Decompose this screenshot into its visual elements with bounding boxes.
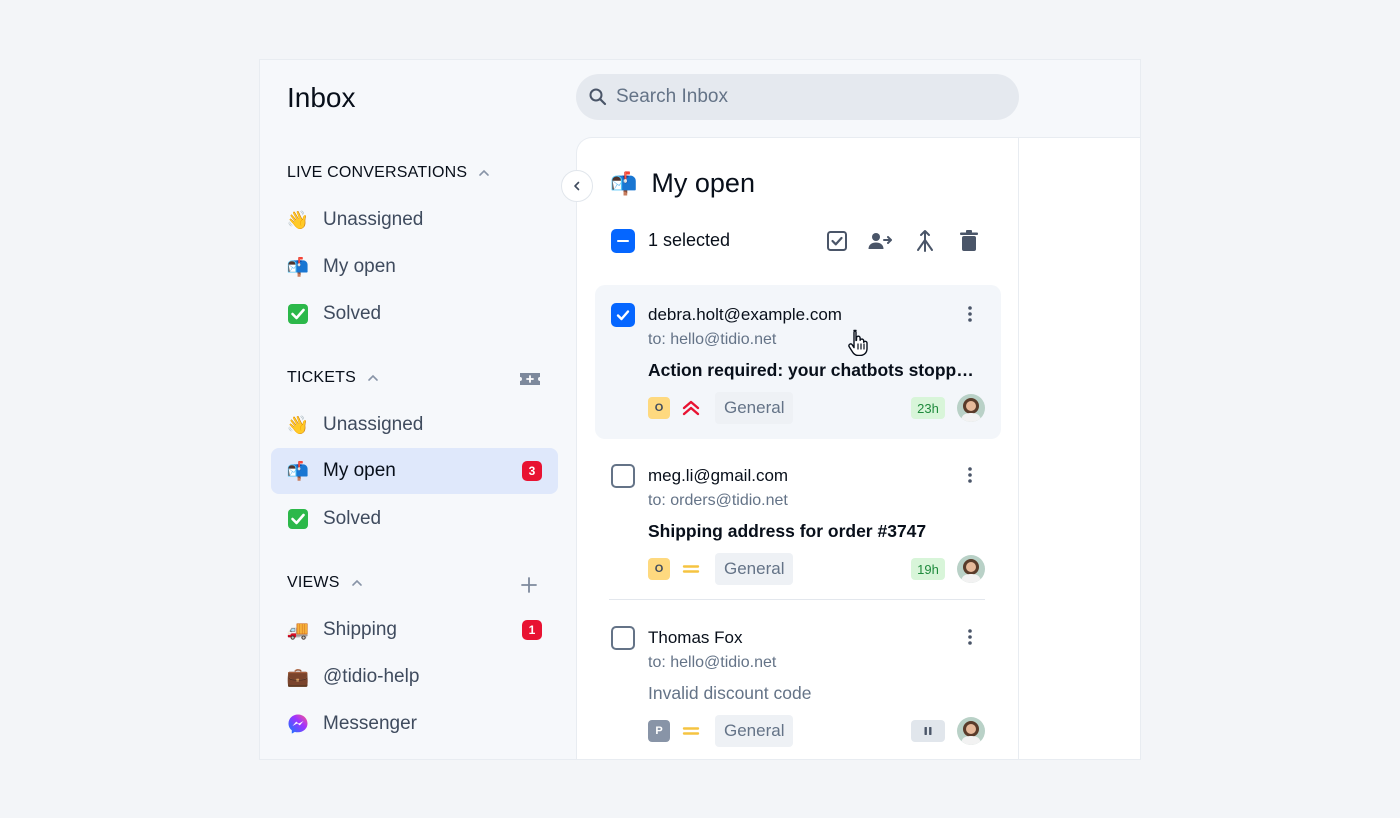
sidebar-item-views-tidio-help[interactable]: 💼 @tidio-help — [271, 654, 558, 700]
selected-count: 1 selected — [648, 230, 731, 250]
sidebar-item-label: Solved — [323, 303, 382, 324]
chevron-left-icon — [574, 181, 580, 191]
mailbox-icon: 📬 — [286, 460, 310, 481]
add-ticket-icon[interactable] — [518, 369, 542, 389]
assignee-avatar — [957, 717, 985, 745]
sla-paused-badge — [911, 720, 945, 742]
ticket-to: to: hello@tidio.net — [648, 654, 777, 671]
search-input[interactable] — [616, 86, 996, 108]
mark-solved-icon[interactable] — [824, 228, 850, 254]
sidebar-item-label: Unassigned — [323, 414, 424, 435]
mailbox-icon: 📬 — [286, 256, 310, 277]
hand-pointer-cursor-icon — [848, 329, 868, 356]
section-live-conversations[interactable]: LIVE CONVERSATIONS — [287, 164, 491, 182]
chevron-up-icon — [479, 169, 490, 176]
assign-user-icon[interactable] — [867, 228, 893, 254]
ticket-card[interactable]: meg.li@gmail.com to: orders@tidio.net Sh… — [595, 446, 1001, 600]
chevron-up-icon — [351, 579, 362, 586]
priority-medium-icon — [680, 721, 702, 741]
ticket-to: to: hello@tidio.net — [648, 331, 777, 348]
check-mark-icon — [286, 302, 310, 326]
ticket-tag[interactable]: General — [715, 392, 794, 424]
merge-icon[interactable] — [912, 228, 938, 254]
sidebar-item-views-shipping[interactable]: 🚚 Shipping 1 — [271, 607, 558, 653]
chevron-up-icon — [368, 374, 378, 381]
sidebar-item-views-messenger[interactable]: Messenger — [271, 701, 558, 747]
list-title: 📬 My open — [610, 168, 755, 199]
section-views[interactable]: VIEWS — [287, 574, 364, 592]
status-badge: O — [648, 558, 670, 580]
more-options-icon[interactable] — [967, 466, 973, 484]
ticket-card[interactable]: debra.holt@example.com to: hello@tidio.n… — [595, 285, 1001, 439]
waving-hand-icon: 👋 — [286, 209, 310, 230]
ticket-subject: Invalid discount code — [648, 683, 812, 703]
ticket-tag[interactable]: General — [715, 715, 794, 747]
ticket-to: to: orders@tidio.net — [648, 492, 788, 509]
pause-icon — [924, 727, 932, 735]
count-badge: 3 — [522, 461, 542, 481]
section-title: TICKETS — [287, 369, 356, 386]
ticket-list-panel: 📬 My open 1 selected debra.holt@example.… — [576, 137, 1019, 759]
collapse-sidebar-button[interactable] — [561, 170, 593, 202]
divider — [609, 599, 985, 600]
briefcase-icon: 💼 — [286, 666, 310, 687]
messenger-icon — [286, 712, 310, 736]
sidebar-item-label: Solved — [323, 508, 382, 529]
add-view-icon[interactable] — [520, 576, 538, 594]
sidebar-item-label: @tidio-help — [323, 666, 420, 687]
search-bar[interactable] — [576, 74, 1019, 120]
sidebar-item-live-my-open[interactable]: 📬 My open — [271, 244, 558, 290]
select-all-checkbox[interactable] — [611, 229, 635, 253]
status-badge: P — [648, 720, 670, 742]
list-title-text: My open — [651, 168, 755, 198]
waving-hand-icon: 👋 — [286, 414, 310, 435]
trash-icon[interactable] — [956, 228, 982, 254]
sidebar-item-label: My open — [323, 256, 396, 277]
ticket-checkbox[interactable] — [611, 626, 635, 650]
ticket-from: debra.holt@example.com — [648, 305, 842, 324]
section-tickets[interactable]: TICKETS — [287, 369, 380, 387]
status-badge: O — [648, 397, 670, 419]
assignee-avatar — [957, 555, 985, 583]
priority-medium-icon — [680, 559, 702, 579]
priority-urgent-icon — [680, 398, 702, 418]
section-title: LIVE CONVERSATIONS — [287, 164, 468, 181]
detail-panel — [1019, 137, 1140, 759]
sidebar-item-live-solved[interactable]: Solved — [271, 291, 558, 337]
count-badge: 1 — [522, 620, 542, 640]
ticket-checkbox[interactable] — [611, 464, 635, 488]
assignee-avatar — [957, 394, 985, 422]
ticket-subject: Shipping address for order #3747 — [648, 521, 927, 541]
sla-badge: 19h — [911, 558, 945, 580]
sla-badge: 23h — [911, 397, 945, 419]
ticket-checkbox[interactable] — [611, 303, 635, 327]
sidebar-item-tickets-solved[interactable]: Solved — [271, 496, 558, 542]
truck-icon: 🚚 — [286, 619, 310, 640]
sidebar-item-tickets-unassigned[interactable]: 👋 Unassigned — [271, 402, 558, 448]
check-icon — [616, 310, 630, 321]
more-options-icon[interactable] — [967, 628, 973, 646]
section-title: VIEWS — [287, 574, 340, 591]
ticket-card[interactable]: Thomas Fox to: hello@tidio.net Invalid d… — [595, 608, 1001, 759]
inbox-app: Inbox LIVE CONVERSATIONS 👋 Unassigned 📬 … — [259, 59, 1141, 760]
search-icon — [589, 88, 607, 106]
ticket-tag[interactable]: General — [715, 553, 794, 585]
more-options-icon[interactable] — [967, 305, 973, 323]
sidebar-item-tickets-my-open[interactable]: 📬 My open 3 — [271, 448, 558, 494]
sidebar-item-label: Unassigned — [323, 209, 424, 230]
app-title: Inbox — [287, 82, 356, 113]
mailbox-icon: 📬 — [610, 170, 638, 196]
sidebar-item-label: Messenger — [323, 713, 417, 734]
sidebar-item-label: My open — [323, 460, 396, 481]
sidebar-item-label: Shipping — [323, 619, 397, 640]
check-mark-icon — [286, 507, 310, 531]
ticket-subject: Action required: your chatbots stopped w… — [648, 360, 983, 380]
sidebar-item-live-unassigned[interactable]: 👋 Unassigned — [271, 197, 558, 243]
ticket-from: Thomas Fox — [648, 628, 743, 647]
ticket-from: meg.li@gmail.com — [648, 466, 789, 485]
